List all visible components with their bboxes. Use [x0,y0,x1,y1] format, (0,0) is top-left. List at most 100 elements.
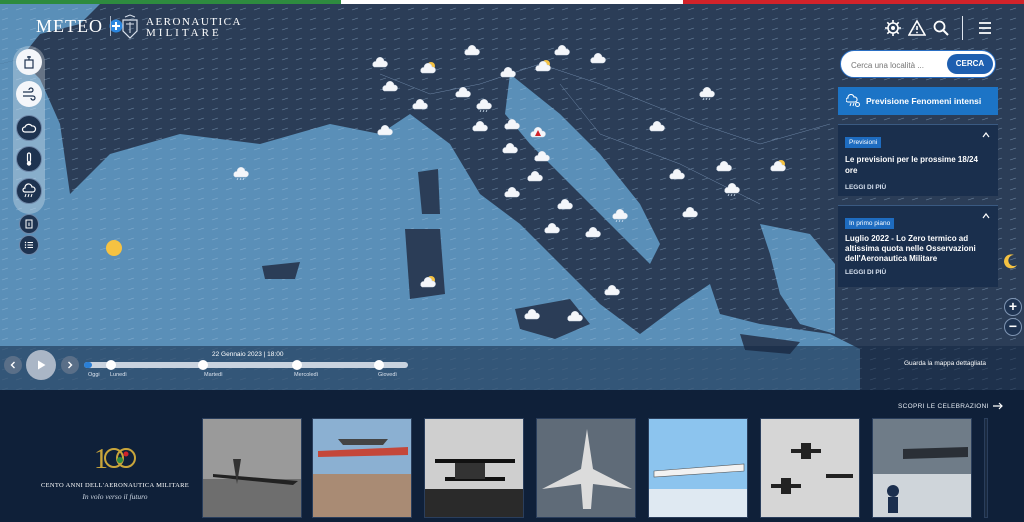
storm-alert-icon[interactable] [528,124,548,140]
centenary-logo-icon[interactable]: 1 [92,436,138,478]
centenary-title: CENTO ANNI DELL'AERONAUTICA MILITARE [41,482,189,489]
gallery-scroll-edge [984,418,988,518]
timeline-day[interactable]: Martedì [204,372,223,378]
read-more-link[interactable]: LEGGI DI PIÙ [845,184,991,191]
timeline-day[interactable]: Oggi [88,372,100,378]
rain-icon[interactable] [474,96,494,112]
cloud-icon[interactable] [680,204,700,220]
location-search: CERCA [840,50,996,78]
cloud-icon[interactable] [602,282,622,298]
rain-icon[interactable] [231,164,251,180]
alert-icon[interactable] [908,19,926,37]
layer-temperature-button[interactable] [16,146,42,172]
transport-plane-photo-icon [313,419,411,517]
cloud-icon[interactable] [498,64,518,80]
gallery-photo[interactable] [760,418,860,518]
aeronautica-militare-wordmark[interactable]: AERONAUTICA MILITARE [146,17,242,39]
timeline-bar [0,346,1024,390]
cloud-icon[interactable] [565,308,585,324]
gallery-photo[interactable] [424,418,524,518]
timeline-progress [84,362,92,368]
cloud-icon[interactable] [525,168,545,184]
menu-icon[interactable] [976,19,994,37]
timeline-next-button[interactable] [61,356,79,374]
map-legend-button[interactable] [19,235,39,255]
cloud-icon[interactable] [667,166,687,182]
search-icon[interactable] [932,19,950,37]
chevron-right-icon [68,361,73,369]
search-button[interactable]: CERCA [947,54,993,74]
timeline-tick[interactable] [374,360,384,370]
timeline-play-button[interactable] [26,350,56,380]
rain-icon[interactable] [610,206,630,222]
timeline-day[interactable]: Lunedì [110,372,127,378]
timeline-prev-button[interactable] [4,356,22,374]
gallery-photo[interactable] [536,418,636,518]
severe-weather-button[interactable]: Previsione Fenomeni intensi [838,87,998,115]
settings-icon[interactable] [884,19,902,37]
partly-cloudy-icon[interactable] [768,158,788,174]
layer-wind-button[interactable] [16,81,42,107]
airliner-photo-icon [649,419,747,517]
layer-clouds-button[interactable] [16,115,42,141]
gallery-photo[interactable] [648,418,748,518]
biplane-photo-icon [425,419,523,517]
map-info-button[interactable] [19,214,39,234]
cloud-icon[interactable] [502,184,522,200]
celebrations-link[interactable]: SCOPRI LE CELEBRAZIONI [898,402,1003,410]
gallery-photo[interactable] [872,418,972,518]
cloud-icon[interactable] [542,220,562,236]
timeline-track[interactable] [84,362,408,368]
logo-divider [110,16,111,36]
cloud-icon[interactable] [500,140,520,156]
rain-icon[interactable] [697,84,717,100]
cloud-icon[interactable] [532,148,552,164]
chevron-left-icon [10,361,15,369]
gallery-photo[interactable] [312,418,412,518]
timeline-tick[interactable] [198,360,208,370]
partly-cloudy-icon[interactable] [418,274,438,290]
cloud-icon[interactable] [380,78,400,94]
chevron-up-icon[interactable] [982,131,990,139]
cloud-icon[interactable] [555,196,575,212]
cloud-icon[interactable] [453,84,473,100]
rain-icon[interactable] [722,180,742,196]
search-input[interactable] [851,58,943,72]
zoom-out-button[interactable]: − [1004,318,1022,336]
cloud-icon[interactable] [410,96,430,112]
cloud-icon[interactable] [583,224,603,240]
layer-stations-button[interactable] [16,49,42,75]
header-divider [962,16,963,40]
cloud-icon[interactable] [588,50,608,66]
timeline-tick[interactable] [106,360,116,370]
read-more-link[interactable]: LEGGI DI PIÙ [845,269,991,276]
chevron-up-icon[interactable] [982,212,990,220]
cloud-icon[interactable] [522,306,542,322]
list-icon [24,241,33,249]
cloud-icon[interactable] [647,118,667,134]
timeline-current-time: 22 Gennaio 2023 | 18:00 [212,351,284,358]
card-title: Luglio 2022 - Lo Zero termico ad altissi… [845,234,976,263]
layer-precipitation-button[interactable] [16,178,42,204]
gallery-photo[interactable] [202,418,302,518]
night-mode-icon[interactable] [1002,252,1020,270]
glider-photo-icon [203,419,301,517]
partly-cloudy-icon[interactable] [418,60,438,76]
org-line-2: MILITARE [146,27,222,39]
card-title: Le previsioni per le prossime 18/24 ore [845,155,978,175]
cloud-icon[interactable] [470,118,490,134]
cloud-icon[interactable] [375,122,395,138]
news-card-forecast[interactable]: Previsioni Le previsioni per le prossime… [838,124,998,196]
timeline-day[interactable]: Giovedì [378,372,397,378]
timeline-day[interactable]: Mercoledì [294,372,318,378]
partly-cloudy-icon[interactable] [533,58,553,74]
news-card-highlight[interactable]: In primo piano Luglio 2022 - Lo Zero ter… [838,205,998,287]
cloud-icon[interactable] [714,158,734,174]
cloud-icon[interactable] [370,54,390,70]
cloud-icon[interactable] [502,116,522,132]
detailed-map-link[interactable]: Guarda la mappa dettagliata [904,360,986,367]
storm-alert-icon [846,94,860,107]
timeline-tick[interactable] [292,360,302,370]
site-header: METEO AERONAUTICA MILITARE [0,4,1024,48]
zoom-in-button[interactable]: + [1004,298,1022,316]
